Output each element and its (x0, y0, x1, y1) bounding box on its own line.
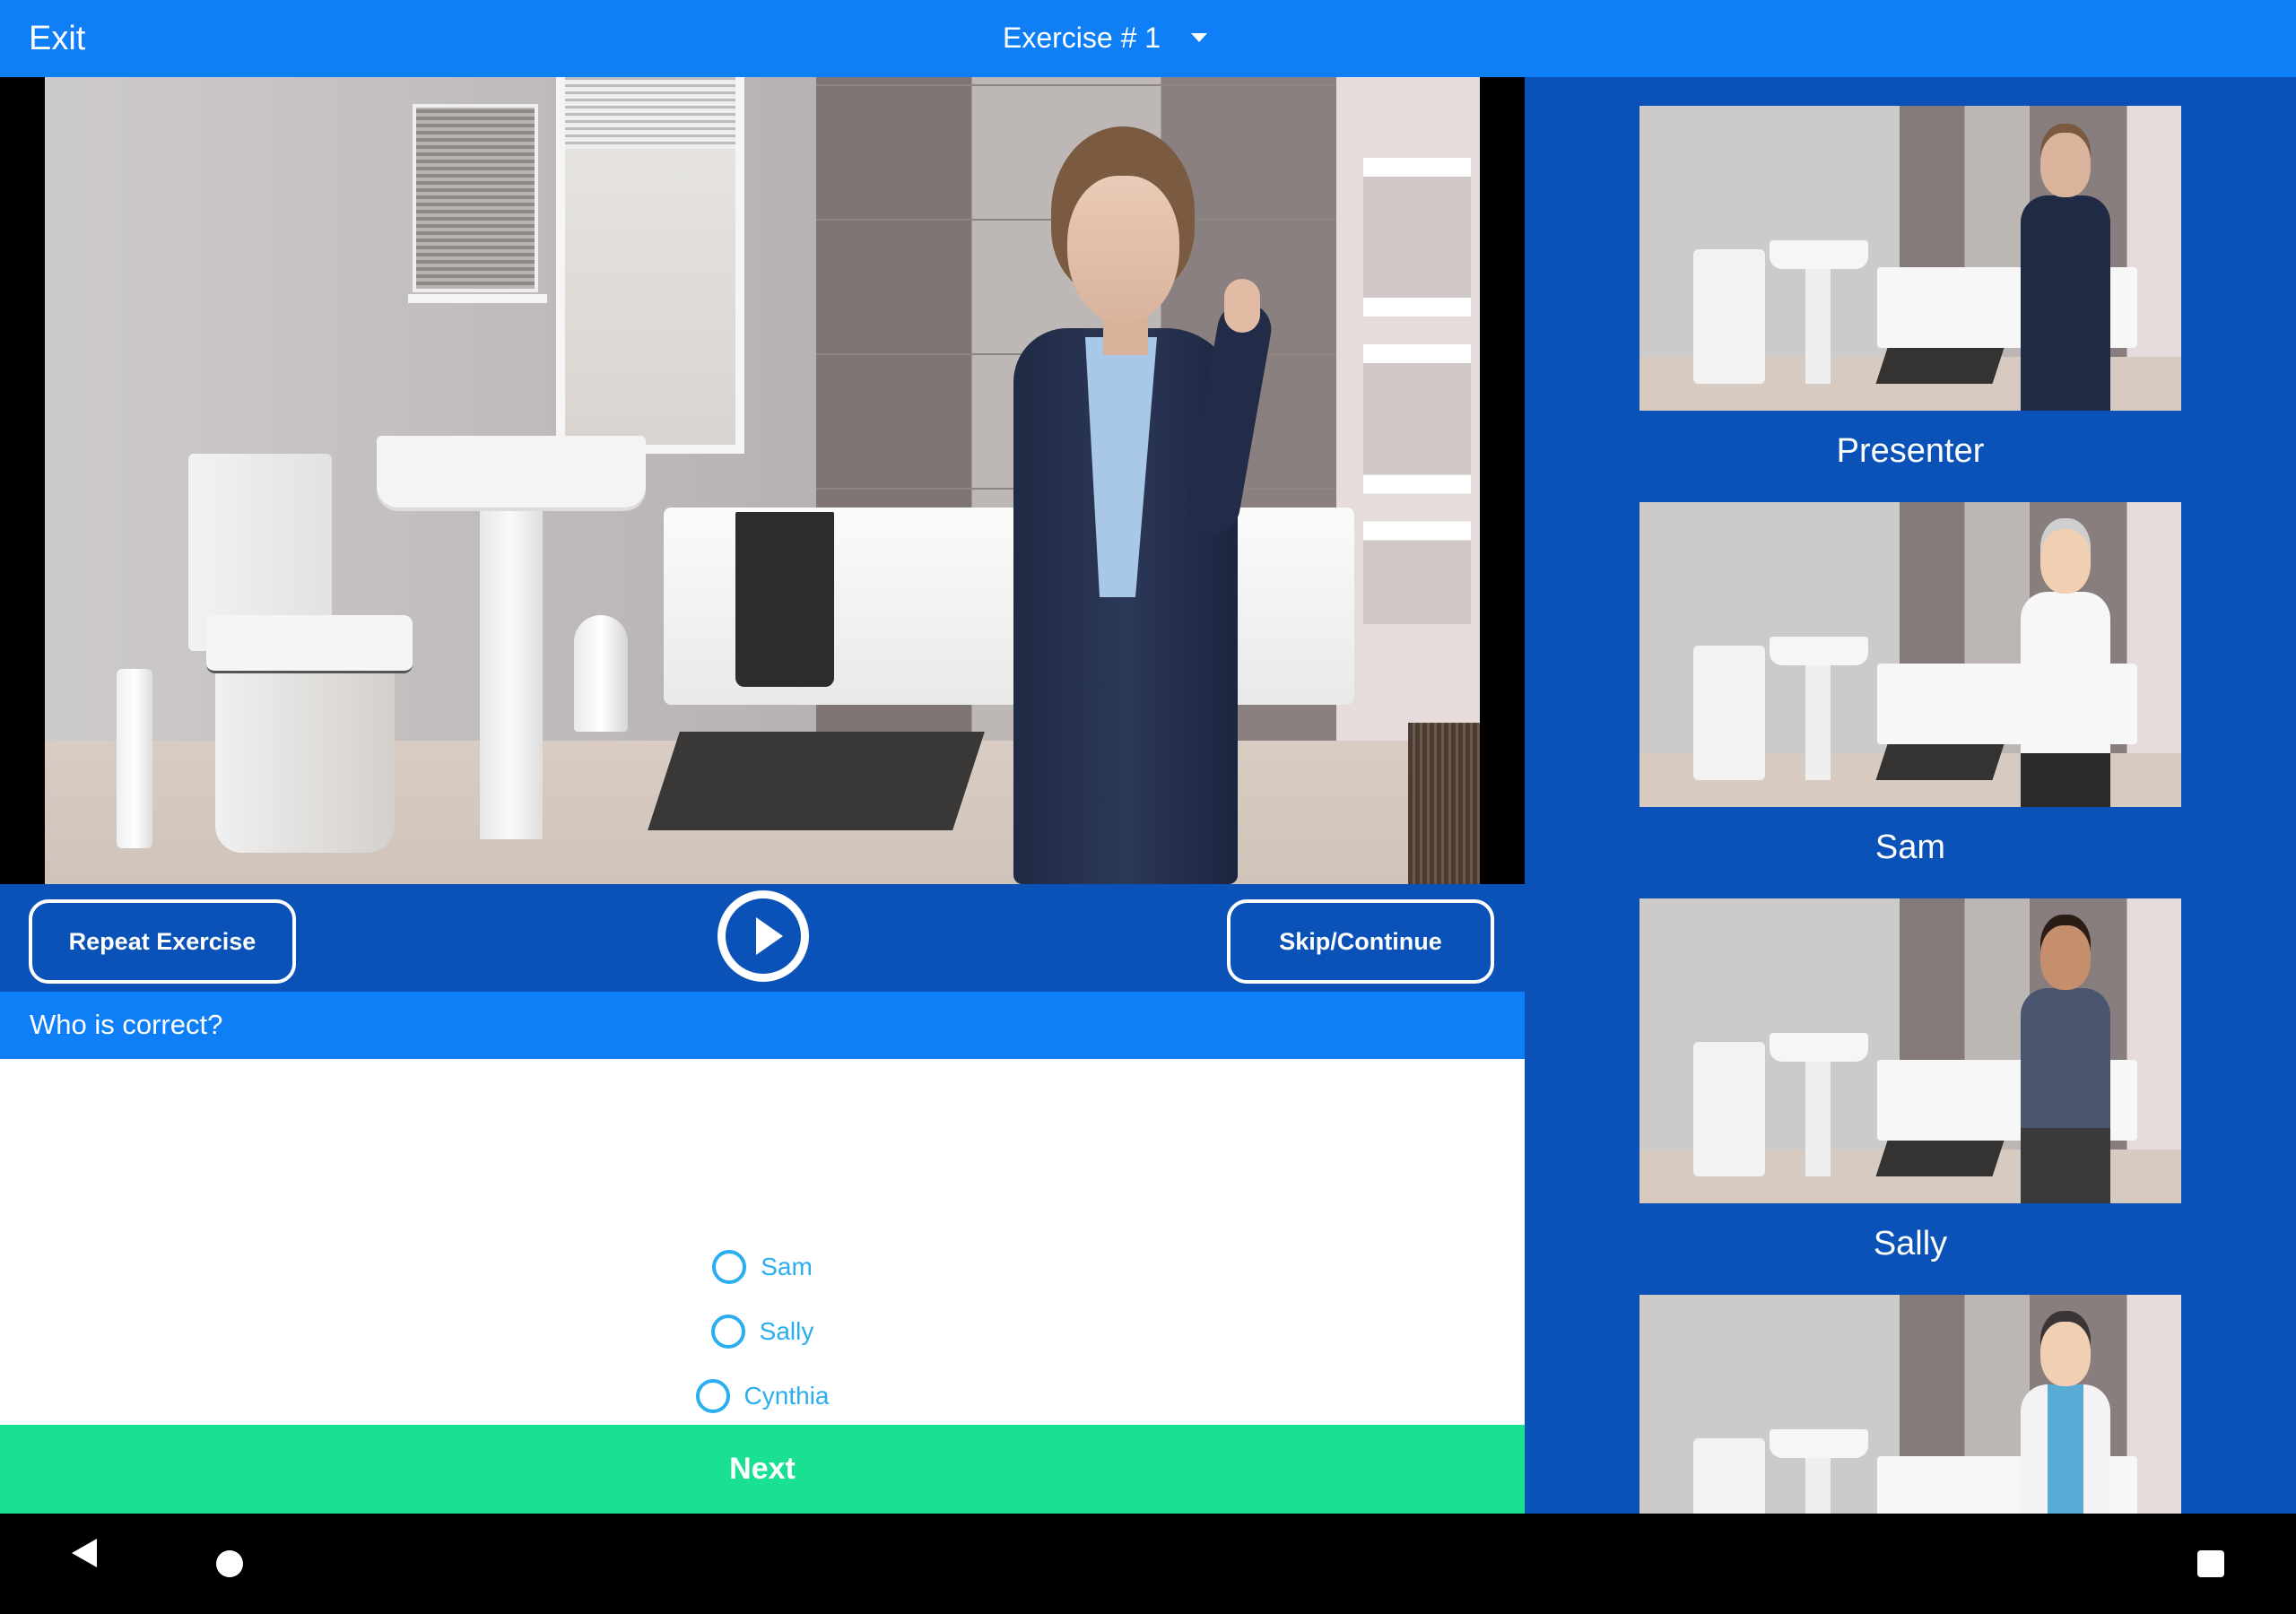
exit-button[interactable]: Exit (29, 16, 85, 61)
back-triangle-icon[interactable] (72, 1539, 97, 1567)
scene-sink (377, 436, 646, 508)
play-button[interactable] (718, 890, 809, 982)
character-card-sally[interactable]: Sally (1639, 898, 2181, 1266)
play-icon (756, 917, 783, 955)
scene-wall-niches (1363, 158, 1471, 624)
repeat-exercise-button[interactable]: Repeat Exercise (29, 899, 296, 984)
scene-towel (735, 512, 834, 687)
character-thumbnail (1639, 106, 2181, 411)
answer-option-sam[interactable]: Sam (712, 1235, 813, 1299)
answer-label: Cynthia (744, 1382, 830, 1410)
question-header: Who is correct? (0, 992, 1525, 1059)
answer-area: Sam Sally Cynthia (0, 1059, 1525, 1425)
system-navigation-bar (0, 1514, 2296, 1614)
top-app-bar: Exit Exercise # 1 (0, 0, 2296, 77)
cynthia-figure (2016, 1322, 2115, 1514)
video-frame-bathroom-scene (45, 77, 1480, 884)
answer-label: Sam (761, 1253, 813, 1280)
skip-continue-button[interactable]: Skip/Continue (1227, 899, 1494, 984)
answer-option-sally[interactable]: Sally (710, 1299, 814, 1364)
character-card-cynthia[interactable] (1639, 1295, 2181, 1514)
scene-toilet-base (215, 673, 395, 853)
exercise-title: Exercise # 1 (1003, 21, 1161, 54)
video-player[interactable] (0, 77, 1525, 884)
exercise-panel: Repeat Exercise Skip/Continue Who is cor… (0, 77, 1525, 1514)
scene-blind (565, 77, 735, 149)
scene-shelf (408, 294, 547, 303)
presenter-hand (1224, 279, 1260, 333)
presenter-face (1067, 176, 1179, 324)
scene-bath-mat (648, 732, 985, 830)
scene-basket (1408, 723, 1480, 884)
character-card-sam[interactable]: Sam (1639, 502, 2181, 870)
scene-mirror (413, 104, 538, 292)
home-circle-icon[interactable] (216, 1550, 243, 1577)
character-name: Sam (1874, 829, 1946, 866)
caret-down-icon (1191, 33, 1208, 42)
character-list[interactable]: Presenter Sam Sally (1525, 77, 2296, 1514)
answer-option-cynthia[interactable]: Cynthia (695, 1364, 830, 1428)
recents-square-icon[interactable] (2197, 1550, 2224, 1577)
presenter-figure (2016, 133, 2115, 411)
answer-radio-group: Sam Sally Cynthia (0, 1235, 1525, 1428)
character-thumbnail (1639, 898, 2181, 1203)
character-thumbnail (1639, 502, 2181, 807)
scene-toilet-seat (206, 615, 413, 673)
radio-unchecked-icon[interactable] (712, 1250, 747, 1284)
next-button[interactable]: Next (0, 1425, 1525, 1514)
scene-bin (574, 615, 628, 732)
radio-unchecked-icon[interactable] (695, 1379, 730, 1413)
scene-toilet-brush (117, 669, 152, 848)
playback-controls: Repeat Exercise Skip/Continue (0, 884, 1525, 992)
answer-label: Sally (759, 1317, 814, 1345)
sam-figure (2016, 529, 2115, 807)
exercise-dropdown[interactable]: Exercise # 1 (1003, 14, 1208, 61)
radio-unchecked-icon[interactable] (710, 1315, 745, 1349)
sally-figure (2016, 925, 2115, 1203)
character-card-presenter[interactable]: Presenter (1639, 106, 2181, 473)
character-name: Sally (1873, 1225, 1948, 1263)
question-text: Who is correct? (30, 1009, 223, 1040)
character-thumbnail (1639, 1295, 2181, 1514)
character-name: Presenter (1836, 432, 1985, 470)
scene-sink-pedestal (480, 508, 543, 839)
